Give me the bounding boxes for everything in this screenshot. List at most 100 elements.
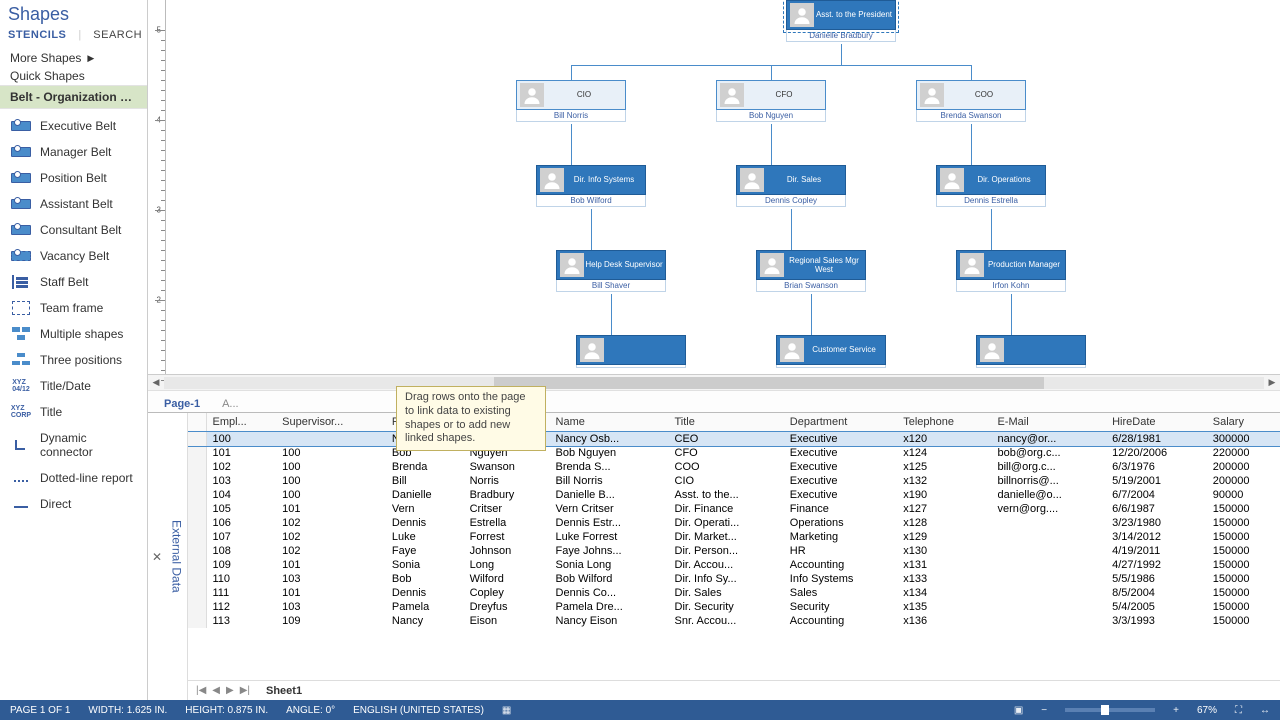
stencil-label: Position Belt [40,171,107,185]
page-tab-all[interactable]: A... [216,396,245,412]
table-row[interactable]: 113109NancyEisonNancy EisonSnr. Accou...… [188,614,1280,628]
org-node-hds[interactable]: Help Desk SupervisorBill Shaver [556,250,666,292]
stencil-item-dynamic-connector[interactable]: Dynamic connector [0,425,147,465]
connector [611,294,612,335]
org-person-name: Bob Nguyen [716,110,826,122]
person-icon [790,3,814,27]
org-node-coo[interactable]: COOBrenda Swanson [916,80,1026,122]
stencil-item-title-date[interactable]: XYZ04/12Title/Date [0,373,147,399]
table-row[interactable]: 112103PamelaDreyfusPamela Dre...Dir. Sec… [188,600,1280,614]
tab-search[interactable]: SEARCH [93,29,142,41]
multi-shapes-icon [10,327,32,341]
scroll-left-icon[interactable]: ◀ [148,376,164,390]
stencil-item-dotted-line-report[interactable]: Dotted-line report [0,465,147,491]
zoom-slider[interactable] [1065,708,1155,712]
col-header[interactable]: Telephone [897,413,991,432]
col-header[interactable]: Name [550,413,669,432]
person-icon [720,83,744,107]
vertical-ruler: 5432 [148,0,166,374]
table-row[interactable]: 107102LukeForrestLuke ForrestDir. Market… [188,530,1280,544]
table-row[interactable]: 101100BobNguyenBob NguyenCFOExecutivex12… [188,446,1280,460]
org-person-name: Irfon Kohn [956,280,1066,292]
drawing-canvas[interactable]: Asst. to the PresidentDanielle Bradbury C… [166,0,1280,374]
org-node-dis[interactable]: Dir. Info SystemsBob Wilford [536,165,646,207]
table-row[interactable]: 103100BillNorrisBill NorrisCIOExecutivex… [188,474,1280,488]
table-row[interactable]: 110103BobWilfordBob WilfordDir. Info Sy.… [188,572,1280,586]
connector [571,65,572,80]
stencil-item-multiple-shapes[interactable]: Multiple shapes [0,321,147,347]
stencil-item-staff-belt[interactable]: Staff Belt [0,269,147,295]
stencil-item-position-belt[interactable]: Position Belt [0,165,147,191]
stencil-item-consultant-belt[interactable]: Consultant Belt [0,217,147,243]
col-header[interactable]: E-Mail [991,413,1106,432]
org-person-name: Dennis Estrella [936,195,1046,207]
stencil-item-executive-belt[interactable]: Executive Belt [0,113,147,139]
table-row[interactable]: 109101SoniaLongSonia LongDir. Accou...Ac… [188,558,1280,572]
table-row[interactable]: 108102FayeJohnsonFaye Johns...Dir. Perso… [188,544,1280,558]
col-header[interactable]: Salary [1207,413,1280,432]
table-row[interactable]: 111101DennisCopleyDennis Co...Dir. Sales… [188,586,1280,600]
close-icon[interactable]: ✕ [148,413,166,700]
stencil-item-assistant-belt[interactable]: Assistant Belt [0,191,147,217]
three-positions-icon [10,353,32,367]
sheet-nav[interactable]: |◀◀▶▶| [194,685,252,696]
connector [841,44,842,65]
org-node-n2[interactable]: Customer Service [776,335,886,368]
scroll-right-icon[interactable]: ▶ [1264,376,1280,390]
col-header[interactable]: Supervisor... [276,413,386,432]
org-node-n1[interactable] [576,335,686,368]
org-node-pm[interactable]: Production ManagerIrfon Kohn [956,250,1066,292]
table-row[interactable]: 102100BrendaSwansonBrenda S...COOExecuti… [188,460,1280,474]
h-scrollbar[interactable]: ◀ ▶ [148,374,1280,390]
col-header[interactable]: Empl... [206,413,276,432]
org-node-asst[interactable]: Asst. to the PresidentDanielle Bradbury [786,0,896,42]
frame-icon [10,301,32,315]
zoom-in-icon[interactable]: + [1173,705,1179,716]
col-header[interactable]: HireDate [1106,413,1207,432]
stencil-label: Assistant Belt [40,197,113,211]
col-header[interactable]: Department [784,413,897,432]
fit-page-icon[interactable]: ⛶ [1235,705,1242,716]
org-title: COO [949,90,993,99]
presentation-icon[interactable]: ▣ [1014,705,1023,716]
page-tab-1[interactable]: Page-1 [158,396,206,412]
org-node-n3[interactable] [976,335,1086,368]
connector [971,65,972,80]
col-header[interactable]: Title [669,413,784,432]
org-title: CFO [750,90,793,99]
zoom-out-icon[interactable]: − [1041,705,1047,716]
person-icon [560,253,584,277]
stencil-label: Team frame [40,301,103,315]
org-node-ds[interactable]: Dir. SalesDennis Copley [736,165,846,207]
dotted-line-icon [10,471,32,485]
stencil-selected[interactable]: Belt - Organization C... [0,85,147,109]
connector [591,209,592,250]
stencil-item-team-frame[interactable]: Team frame [0,295,147,321]
org-node-do[interactable]: Dir. OperationsDennis Estrella [936,165,1046,207]
org-person-name [576,365,686,368]
stencil-label: Dynamic connector [40,431,137,459]
tab-stencils[interactable]: STENCILS [8,29,66,41]
stencil-item-title[interactable]: XYZCORPTitle [0,399,147,425]
sheet-tab[interactable]: Sheet1 [258,685,310,697]
external-data-grid[interactable]: Empl...Supervisor...FirstLastNameTitleDe… [188,413,1280,680]
org-node-cio[interactable]: CIOBill Norris [516,80,626,122]
table-row[interactable]: 104100DanielleBradburyDanielle B...Asst.… [188,488,1280,502]
org-node-cfo[interactable]: CFO Bob Nguyen [716,80,826,122]
zoom-percent: 67% [1197,705,1217,716]
stencil-label: Consultant Belt [40,223,121,237]
table-row[interactable]: 105101VernCritserVern CritserDir. Financ… [188,502,1280,516]
quick-shapes[interactable]: Quick Shapes [0,67,147,85]
stencil-item-vacancy-belt[interactable]: Vacancy Belt [0,243,147,269]
shapes-title: Shapes [8,4,139,25]
page-width-icon[interactable]: ↔ [1260,705,1270,716]
stencil-item-three-positions[interactable]: Three positions [0,347,147,373]
stencil-item-manager-belt[interactable]: Manager Belt [0,139,147,165]
more-shapes[interactable]: More Shapes▶ [0,49,147,67]
table-row[interactable]: 100NancyOsborneNancy Osb...CEOExecutivex… [188,432,1280,447]
stencil-label: Direct [40,497,71,511]
org-node-rsm[interactable]: Regional Sales Mgr WestBrian Swanson [756,250,866,292]
macro-record-icon[interactable]: ▦ [502,705,511,716]
table-row[interactable]: 106102DennisEstrellaDennis Estr...Dir. O… [188,516,1280,530]
stencil-item-direct[interactable]: Direct [0,491,147,517]
